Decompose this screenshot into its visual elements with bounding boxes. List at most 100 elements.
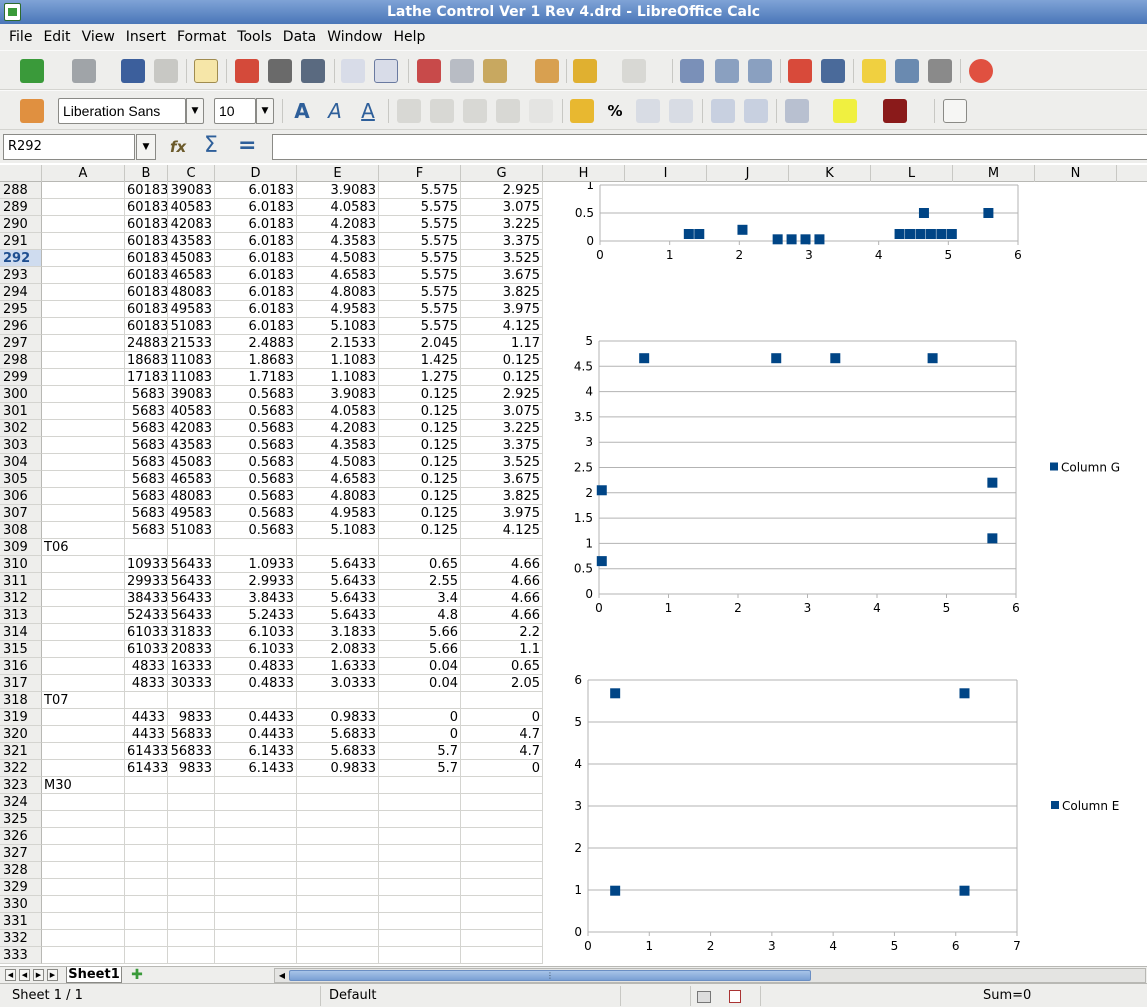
cell-f[interactable]: 0.125	[379, 386, 461, 403]
cell-a[interactable]	[42, 590, 125, 607]
cell-f[interactable]: 5.575	[379, 301, 461, 318]
borders-icon[interactable]	[785, 99, 809, 123]
row-header[interactable]: 291	[0, 233, 42, 250]
cell-g[interactable]: 2.925	[461, 182, 543, 199]
cell-d[interactable]: 0.5683	[215, 488, 297, 505]
cell-c[interactable]	[168, 692, 215, 709]
cell-g[interactable]: 3.525	[461, 454, 543, 471]
cell-g[interactable]	[461, 794, 543, 811]
bold-icon[interactable]: A	[290, 99, 314, 123]
row-header[interactable]: 302	[0, 420, 42, 437]
cell-g[interactable]: 3.675	[461, 267, 543, 284]
cell-d[interactable]	[215, 862, 297, 879]
cell-g[interactable]	[461, 811, 543, 828]
cell-e[interactable]: 5.6433	[297, 607, 379, 624]
cell-f[interactable]: 0.125	[379, 454, 461, 471]
cell-c[interactable]: 31833	[168, 624, 215, 641]
cell-f[interactable]: 0.65	[379, 556, 461, 573]
cell-g[interactable]: 3.075	[461, 403, 543, 420]
cell-g[interactable]: 0.125	[461, 369, 543, 386]
cell-e[interactable]	[297, 913, 379, 930]
row-header[interactable]: 327	[0, 845, 42, 862]
cell-d[interactable]: 3.8433	[215, 590, 297, 607]
cell-d[interactable]: 6.0183	[215, 318, 297, 335]
column-header-e[interactable]: E	[297, 165, 379, 182]
cell-a[interactable]: M30	[42, 777, 125, 794]
menu-tools[interactable]: Tools	[237, 29, 272, 45]
cell-e[interactable]: 5.6433	[297, 556, 379, 573]
cell-a[interactable]	[42, 896, 125, 913]
cell-d[interactable]: 0.5683	[215, 471, 297, 488]
cell-c[interactable]: 45083	[168, 454, 215, 471]
cell-g[interactable]: 3.675	[461, 471, 543, 488]
column-header-j[interactable]: J	[707, 165, 789, 182]
cell-e[interactable]: 4.6583	[297, 267, 379, 284]
cell-d[interactable]: 0.5683	[215, 420, 297, 437]
cell-a[interactable]	[42, 624, 125, 641]
cell-c[interactable]: 46583	[168, 471, 215, 488]
row-header[interactable]: 310	[0, 556, 42, 573]
spellcheck-icon[interactable]	[341, 59, 365, 83]
cell-c[interactable]: 9833	[168, 760, 215, 777]
cell-a[interactable]	[42, 284, 125, 301]
cell-f[interactable]: 3.4	[379, 590, 461, 607]
percent-icon[interactable]: %	[603, 99, 627, 123]
row-header[interactable]: 330	[0, 896, 42, 913]
cell-a[interactable]	[42, 879, 125, 896]
sum-icon[interactable]: Σ	[204, 134, 226, 158]
row-header[interactable]: 301	[0, 403, 42, 420]
data-point[interactable]	[915, 229, 926, 239]
cell-a[interactable]	[42, 250, 125, 267]
cell-e[interactable]	[297, 539, 379, 556]
cell-f[interactable]: 5.575	[379, 182, 461, 199]
cell-c[interactable]: 51083	[168, 522, 215, 539]
cell-e[interactable]: 4.9583	[297, 301, 379, 318]
cell-d[interactable]: 6.0183	[215, 267, 297, 284]
open-icon[interactable]	[72, 59, 96, 83]
cell-d[interactable]: 6.1033	[215, 641, 297, 658]
cell-b[interactable]	[125, 862, 168, 879]
cell-e[interactable]	[297, 794, 379, 811]
column-header-l[interactable]: L	[871, 165, 953, 182]
cell-e[interactable]: 5.1083	[297, 522, 379, 539]
data-point[interactable]	[737, 224, 748, 235]
cell-e[interactable]: 4.0583	[297, 199, 379, 216]
cell-e[interactable]: 1.1083	[297, 352, 379, 369]
cell-g[interactable]: 0	[461, 760, 543, 777]
data-point[interactable]	[610, 688, 621, 699]
row-header[interactable]: 293	[0, 267, 42, 284]
cell-g[interactable]: 4.66	[461, 556, 543, 573]
cell-a[interactable]: T07	[42, 692, 125, 709]
save-icon[interactable]	[121, 59, 145, 83]
cell-f[interactable]	[379, 947, 461, 964]
font-size-box[interactable]: 10	[214, 98, 256, 124]
cell-a[interactable]	[42, 947, 125, 964]
cell-e[interactable]	[297, 879, 379, 896]
cell-g[interactable]: 4.66	[461, 590, 543, 607]
cell-e[interactable]: 1.6333	[297, 658, 379, 675]
cell-b[interactable]: 5683	[125, 403, 168, 420]
cell-f[interactable]: 0	[379, 709, 461, 726]
name-box[interactable]: R292	[3, 134, 135, 160]
cell-b[interactable]: 5683	[125, 420, 168, 437]
row-header[interactable]: 294	[0, 284, 42, 301]
column-header-i[interactable]: I	[625, 165, 707, 182]
cell-f[interactable]: 5.575	[379, 284, 461, 301]
column-header-c[interactable]: C	[168, 165, 215, 182]
cell-b[interactable]	[125, 692, 168, 709]
cell-b[interactable]: 24883	[125, 335, 168, 352]
cell-b[interactable]	[125, 828, 168, 845]
cell-e[interactable]: 3.9083	[297, 182, 379, 199]
underline-icon[interactable]: A	[356, 99, 380, 123]
cell-a[interactable]	[42, 709, 125, 726]
row-header[interactable]: 324	[0, 794, 42, 811]
cell-b[interactable]: 61033	[125, 641, 168, 658]
cell-f[interactable]: 0.125	[379, 420, 461, 437]
cell-c[interactable]	[168, 930, 215, 947]
menu-help[interactable]: Help	[393, 29, 425, 45]
row-header[interactable]: 292	[0, 250, 42, 267]
cell-b[interactable]: 4833	[125, 658, 168, 675]
cell-f[interactable]	[379, 930, 461, 947]
cell-e[interactable]: 4.9583	[297, 505, 379, 522]
cell-d[interactable]: 2.9933	[215, 573, 297, 590]
